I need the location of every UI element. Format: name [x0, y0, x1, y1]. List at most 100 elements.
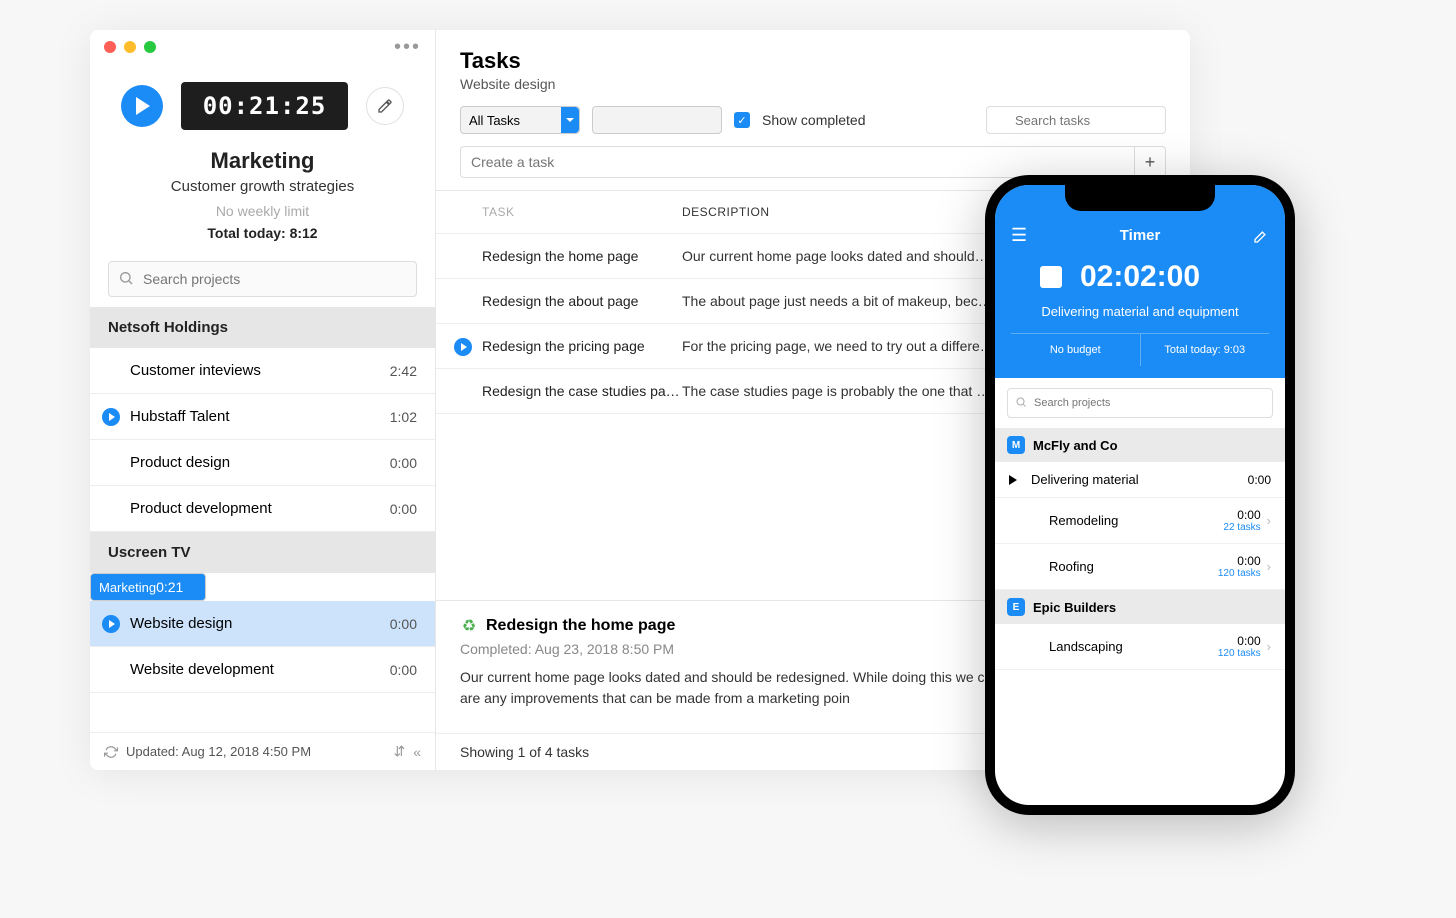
- main-subtitle: Website design: [460, 76, 1166, 92]
- project-time: 0:00: [390, 662, 417, 678]
- weekly-limit-text: No weekly limit: [90, 203, 435, 219]
- project-name: Landscaping: [1031, 639, 1218, 654]
- search-icon: [118, 270, 134, 286]
- project-list: Netsoft HoldingsCustomer inteviews2:42Hu…: [90, 307, 435, 732]
- edit-button[interactable]: [366, 87, 404, 125]
- task-count: 120 tasks: [1218, 568, 1261, 579]
- project-time: 0:00: [390, 616, 417, 632]
- chevron-right-icon: ›: [1267, 513, 1271, 528]
- play-icon[interactable]: [102, 615, 120, 633]
- phone-title: Timer: [1120, 227, 1161, 244]
- org-badge: E: [1007, 598, 1025, 616]
- phone-search-input[interactable]: [1007, 388, 1273, 418]
- project-row[interactable]: Product design0:00: [90, 440, 435, 486]
- project-search: [108, 261, 417, 297]
- project-name: Delivering material: [1031, 472, 1248, 487]
- project-time: 0:00: [1223, 508, 1260, 522]
- th-task: TASK: [482, 205, 682, 219]
- create-task-input[interactable]: [460, 146, 1134, 178]
- filter-tasks-select[interactable]: All Tasks: [460, 106, 580, 134]
- timer-block: 00:21:25 Marketing Customer growth strat…: [90, 64, 435, 247]
- task-name: Redesign the pricing page: [482, 338, 682, 354]
- project-name: Remodeling: [1031, 513, 1223, 528]
- edit-icon[interactable]: [1253, 228, 1269, 244]
- project-name: Website design: [130, 615, 390, 632]
- hamburger-icon[interactable]: ☰: [1011, 225, 1027, 246]
- current-project-name: Marketing: [90, 148, 435, 174]
- org-header: Uscreen TV: [90, 532, 435, 573]
- phone-project-row[interactable]: Landscaping0:00120 tasks ›: [995, 624, 1285, 670]
- project-name: Product development: [130, 500, 390, 517]
- project-time: 0:00: [390, 455, 417, 471]
- main-title: Tasks: [460, 48, 1166, 74]
- stop-button[interactable]: [1040, 266, 1062, 288]
- phone-project-row[interactable]: Delivering material0:00: [995, 462, 1285, 498]
- filter-secondary-select[interactable]: [592, 106, 722, 134]
- chevron-right-icon: ›: [1267, 559, 1271, 574]
- phone-search: [1007, 388, 1273, 418]
- project-name: Product design: [130, 454, 390, 471]
- project-time: 0:00: [390, 501, 417, 517]
- sidebar: ••• 00:21:25 Marketing Customer growth s…: [90, 30, 436, 770]
- phone-org-header: MMcFly and Co: [995, 428, 1285, 462]
- detail-title: Redesign the home page: [486, 617, 675, 635]
- task-search-input[interactable]: [986, 106, 1166, 134]
- org-badge: M: [1007, 436, 1025, 454]
- add-task-button[interactable]: +: [1134, 146, 1166, 178]
- show-completed-label: Show completed: [762, 112, 866, 128]
- task-count: 22 tasks: [1223, 522, 1260, 533]
- zoom-dot[interactable]: [144, 41, 156, 53]
- compact-icon[interactable]: ⇵: [393, 743, 405, 760]
- timer-display: 00:21:25: [181, 82, 349, 130]
- phone-timer-display: 02:02:00: [1080, 260, 1200, 294]
- play-button[interactable]: [121, 85, 163, 127]
- more-icon[interactable]: •••: [394, 36, 421, 59]
- project-name: Marketing: [99, 580, 156, 595]
- phone-screen: ☰ Timer 02:02:00 Delivering material and…: [995, 185, 1285, 805]
- budget-stat: No budget: [1011, 334, 1140, 366]
- project-name: Customer inteviews: [130, 362, 390, 379]
- pencil-icon: [377, 98, 393, 114]
- minimize-dot[interactable]: [124, 41, 136, 53]
- create-task-row: +: [460, 146, 1166, 178]
- updated-text: Updated: Aug 12, 2018 4:50 PM: [126, 744, 311, 759]
- project-row[interactable]: Customer inteviews2:42: [90, 348, 435, 394]
- collapse-icon[interactable]: «: [413, 744, 421, 760]
- refresh-icon[interactable]: [104, 745, 118, 759]
- org-name: Epic Builders: [1033, 600, 1116, 615]
- close-dot[interactable]: [104, 41, 116, 53]
- phone-project-row[interactable]: Roofing0:00120 tasks ›: [995, 544, 1285, 590]
- phone-header: ☰ Timer 02:02:00 Delivering material and…: [995, 185, 1285, 378]
- project-row[interactable]: Website development0:00: [90, 647, 435, 693]
- project-search-input[interactable]: [108, 261, 417, 297]
- project-name: Hubstaff Talent: [130, 408, 390, 425]
- chevron-right-icon: ›: [1267, 639, 1271, 654]
- task-count: 120 tasks: [1218, 648, 1261, 659]
- show-completed-checkbox[interactable]: ✓: [734, 112, 750, 128]
- search-icon: [1015, 396, 1027, 408]
- project-time: 0:00: [1218, 634, 1261, 648]
- task-name: Redesign the case studies pa…: [482, 383, 682, 399]
- play-icon[interactable]: [102, 408, 120, 426]
- project-time: 0:21: [156, 579, 183, 595]
- project-row[interactable]: Product development0:00: [90, 486, 435, 532]
- play-icon[interactable]: [454, 338, 472, 356]
- project-name: Website development: [130, 661, 390, 678]
- play-icon[interactable]: [1009, 475, 1023, 485]
- org-header: Netsoft Holdings: [90, 307, 435, 348]
- project-row[interactable]: Website design0:00: [90, 601, 435, 647]
- task-name: Redesign the home page: [482, 248, 682, 264]
- project-row[interactable]: Marketing0:21: [90, 573, 206, 601]
- project-time: 0:00: [1248, 473, 1271, 487]
- window-titlebar: •••: [90, 30, 435, 64]
- phone-project-row[interactable]: Remodeling0:0022 tasks ›: [995, 498, 1285, 544]
- project-time: 2:42: [390, 363, 417, 379]
- project-name: Roofing: [1031, 559, 1218, 574]
- task-name: Redesign the about page: [482, 293, 682, 309]
- phone-current-task: Delivering material and equipment: [1011, 304, 1269, 319]
- total-today-text: Total today: 8:12: [90, 225, 435, 241]
- project-time: 0:00: [1218, 554, 1261, 568]
- phone-org-header: E Epic Builders: [995, 590, 1285, 624]
- project-row[interactable]: Hubstaff Talent1:02: [90, 394, 435, 440]
- phone-project-list: MMcFly and CoDelivering material0:00Remo…: [995, 428, 1285, 670]
